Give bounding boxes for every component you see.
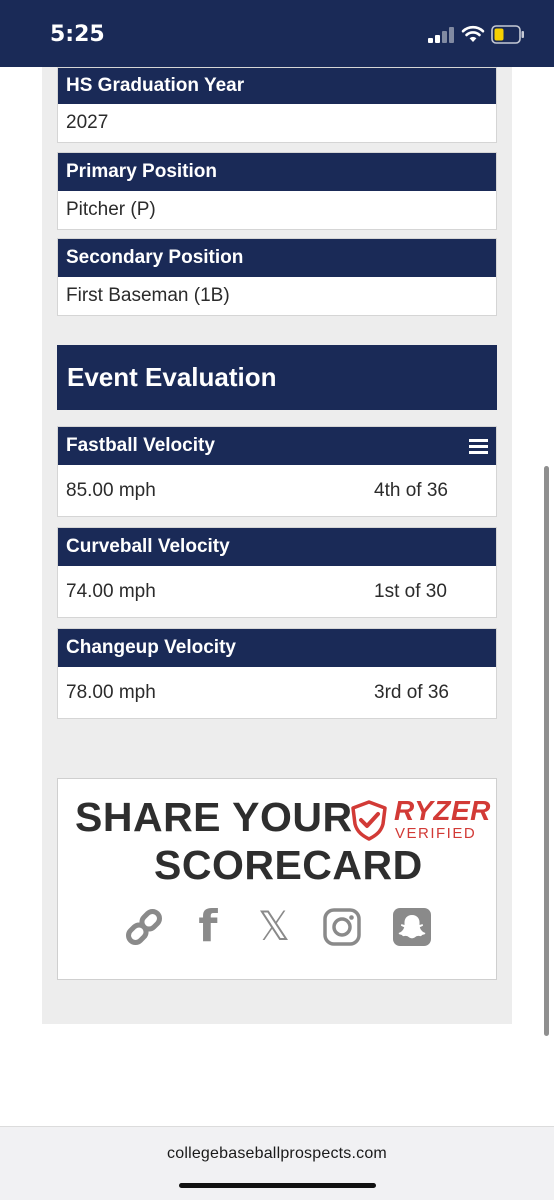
card-value: 2027 bbox=[66, 112, 109, 133]
card-value: Pitcher (P) bbox=[66, 199, 156, 220]
card-label: HS Graduation Year bbox=[58, 68, 496, 104]
metric-label: Fastball Velocity bbox=[66, 435, 215, 456]
card-label: Primary Position bbox=[58, 153, 496, 191]
metric-rank: 4th of 36 bbox=[374, 480, 448, 501]
instagram-icon[interactable] bbox=[322, 907, 362, 947]
status-bar: 5:25 bbox=[0, 0, 554, 67]
ryzer-verified-text: VERIFIED bbox=[395, 825, 477, 842]
metric-value: 74.00 mph bbox=[66, 581, 156, 602]
fastball-velocity-card: Fastball Velocity 85.00 mph 4th of 36 bbox=[57, 426, 497, 517]
event-evaluation-title: Event Evaluation bbox=[57, 345, 497, 410]
share-heading-line1: SHARE YOUR bbox=[75, 794, 353, 840]
cellular-signal-icon bbox=[428, 27, 456, 43]
x-icon[interactable]: 𝕏 bbox=[254, 907, 294, 947]
share-heading-line2: SCORECARD bbox=[154, 842, 423, 888]
metric-rank: 3rd of 36 bbox=[374, 682, 449, 703]
ryzer-logo-text: RYZER bbox=[394, 795, 491, 826]
primary-position-card: Primary Position Pitcher (P) bbox=[57, 152, 497, 230]
wifi-icon bbox=[461, 25, 485, 42]
metric-row: 74.00 mph 1st of 30 bbox=[58, 566, 496, 617]
url-text[interactable]: collegebaseballprospects.com bbox=[0, 1145, 554, 1163]
card-value: First Baseman (1B) bbox=[66, 285, 230, 306]
curveball-velocity-card: Curveball Velocity 74.00 mph 1st of 30 bbox=[57, 527, 497, 618]
card-label: Secondary Position bbox=[58, 239, 496, 277]
status-time: 5:25 bbox=[50, 22, 105, 47]
graduation-year-card: HS Graduation Year 2027 bbox=[57, 67, 497, 143]
browser-address-bar[interactable]: collegebaseballprospects.com bbox=[0, 1126, 554, 1200]
metric-row: 78.00 mph 3rd of 36 bbox=[58, 667, 496, 718]
page-scrollbar[interactable] bbox=[544, 466, 549, 1036]
metric-rank: 1st of 30 bbox=[374, 581, 447, 602]
metric-value: 85.00 mph bbox=[66, 480, 156, 501]
list-icon[interactable] bbox=[469, 439, 488, 454]
snapchat-icon[interactable] bbox=[392, 907, 432, 947]
battery-low-icon bbox=[491, 25, 524, 44]
metric-value: 78.00 mph bbox=[66, 682, 156, 703]
secondary-position-card: Secondary Position First Baseman (1B) bbox=[57, 238, 497, 316]
link-icon[interactable] bbox=[124, 907, 164, 947]
ryzer-shield-check-icon bbox=[351, 800, 387, 841]
metric-header: Fastball Velocity bbox=[58, 427, 496, 465]
metric-label: Curveball Velocity bbox=[58, 528, 496, 566]
metric-row: 85.00 mph 4th of 36 bbox=[58, 465, 496, 516]
home-indicator bbox=[179, 1183, 376, 1188]
changeup-velocity-card: Changeup Velocity 78.00 mph 3rd of 36 bbox=[57, 628, 497, 719]
facebook-icon[interactable]: f bbox=[188, 905, 228, 949]
metric-label: Changeup Velocity bbox=[58, 629, 496, 667]
share-scorecard-box: SHARE YOUR RYZER VERIFIED SCORECARD f 𝕏 bbox=[57, 778, 497, 980]
